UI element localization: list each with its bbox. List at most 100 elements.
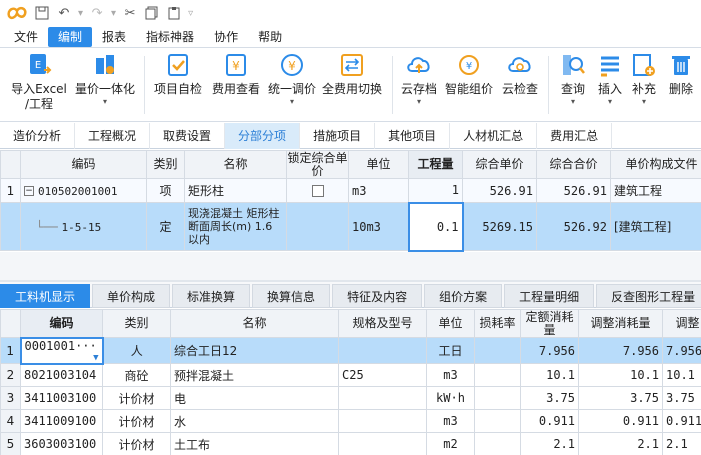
cloud-check-button[interactable]: 云检查 [498,52,542,118]
cloud-save-button[interactable]: 云存档 ▾ [398,52,440,118]
col-spec[interactable]: 规格及型号 [338,309,427,338]
col-quantity[interactable]: 工程量 [408,150,463,179]
col-adjusted-extra[interactable]: 调整 [662,309,701,338]
smart-price-button[interactable]: ¥ 智能组价 [442,52,496,118]
item-quantity[interactable]: 1 [408,178,463,203]
tab-measures[interactable]: 措施项目 [300,123,376,149]
quota-total[interactable]: 526.92 [536,202,611,251]
quota-code: 1-5-15 [61,220,102,234]
col-lock-price[interactable]: 锁定综合单价 [286,150,349,179]
redo-dropdown-icon[interactable]: ▾ [111,8,116,19]
col-name[interactable]: 名称 [170,309,339,338]
tab-features-content[interactable]: 特征及内容 [332,284,423,308]
paste-icon[interactable] [166,5,182,21]
menu-indicator[interactable]: 指标神器 [136,27,204,47]
item-name[interactable]: 矩形柱 [184,178,287,203]
undo-dropdown-icon[interactable]: ▾ [78,8,83,19]
col-unit[interactable]: 单位 [426,309,475,338]
table-row[interactable]: 5 3603003100 计价材 土工布 m2 2.1 2.1 2.1 [0,432,701,455]
quota-unit-price[interactable]: 5269.15 [462,202,537,251]
table-row-selected[interactable]: └── 1-5-15 定 现浇混凝土 矩形柱 断面周长(m) 1.6以内 10m… [0,201,701,252]
menu-help[interactable]: 帮助 [248,27,292,47]
tab-standard-conversion[interactable]: 标准换算 [172,284,251,308]
tab-sub-items[interactable]: 分部分项 [225,123,301,149]
pane-splitter[interactable] [0,252,701,282]
item-total[interactable]: 526.91 [536,178,611,203]
col-code[interactable]: 编码 [20,150,147,179]
save-icon[interactable] [34,5,50,21]
query-button[interactable]: 查询 ▾ [554,52,592,118]
tab-fee-summary[interactable]: 费用汇总 [537,123,613,149]
col-unit[interactable]: 单位 [348,150,409,179]
labor-material-grid: 编码 类别 名称 规格及型号 单位 损耗率 定额消耗量 调整消耗量 调整 1 0… [0,309,701,455]
tab-reverse-graphic-quantity[interactable]: 反查图形工程量 [596,284,701,308]
item-code: 010502001001 [38,184,118,198]
col-total[interactable]: 综合合价 [536,150,611,179]
table-row[interactable]: 2 8021003104 商砼 预拌混凝土 C25 m3 10.1 10.1 1… [0,363,701,387]
col-unit-price[interactable]: 综合单价 [462,150,537,179]
detail-tabs: 工料机显示 单价构成 标准换算 换算信息 特征及内容 组价方案 工程量明细 反查… [0,282,701,308]
menu-file[interactable]: 文件 [4,27,48,47]
smart-price-icon: ¥ [459,55,479,75]
redo-icon[interactable]: ↷ [89,5,105,21]
tab-cost-analysis[interactable]: 造价分析 [0,123,76,149]
item-type[interactable]: 项 [146,178,185,203]
copy-icon[interactable] [144,5,160,21]
collapse-icon[interactable]: − [24,186,34,196]
price-adjust-button[interactable]: ¥ 统一调价 ▾ [264,52,320,118]
quota-price-file[interactable]: [建筑工程] [610,202,701,251]
item-unit-price[interactable]: 526.91 [462,178,537,203]
cloud-check-icon [508,57,531,72]
import-excel-button[interactable]: E 导入Excel /工程 [8,52,70,118]
col-type[interactable]: 类别 [102,309,171,338]
chevron-down-icon[interactable]: ▼ [93,353,98,362]
insert-button[interactable]: 插入 ▾ [594,52,626,118]
tab-labor-material-summary[interactable]: 人材机汇总 [450,123,538,149]
col-quota-consumption[interactable]: 定额消耗量 [520,309,579,338]
tab-project-overview[interactable]: 工程概况 [75,123,151,149]
lock-price-checkbox[interactable] [311,185,324,197]
table-row[interactable]: 4 3411009100 计价材 水 m3 0.911 0.911 0.911 [0,409,701,433]
quantity-price-button[interactable]: 量价一体化 ▾ [72,52,138,118]
col-type[interactable]: 类别 [146,150,185,179]
tab-conversion-info[interactable]: 换算信息 [252,284,331,308]
tab-labor-material-display[interactable]: 工料机显示 [0,284,91,308]
quota-name[interactable]: 现浇混凝土 矩形柱 断面周长(m) 1.6以内 [184,202,287,251]
tab-fee-settings[interactable]: 取费设置 [150,123,226,149]
col-loss-rate[interactable]: 损耗率 [474,309,521,338]
menu-report[interactable]: 报表 [92,27,136,47]
quota-type[interactable]: 定 [146,202,185,251]
tab-unit-price-composition[interactable]: 单价构成 [92,284,171,308]
col-adjusted-consumption[interactable]: 调整消耗量 [578,309,663,338]
cut-icon[interactable]: ✂ [122,5,138,21]
table-row[interactable]: 3 3411003100 计价材 电 kW·h 3.75 3.75 3.75 [0,386,701,410]
grid-header-row: 编码 类别 名称 锁定综合单价 单位 工程量 综合单价 综合合价 单价构成文件 [0,150,701,179]
tab-pricing-scheme[interactable]: 组价方案 [424,284,503,308]
chevron-down-icon: ▾ [641,97,646,106]
full-fee-switch-button[interactable]: 全费用切换 [320,52,384,118]
item-price-file[interactable]: 建筑工程 [610,178,701,203]
cloud-save-icon [407,57,430,73]
item-unit[interactable]: m3 [348,178,409,203]
supplement-button[interactable]: 补充 ▾ [628,52,660,118]
tab-quantity-detail[interactable]: 工程量明细 [504,284,595,308]
customize-toolbar-icon[interactable]: ▿ [188,8,193,19]
fee-view-button[interactable]: ¥ 费用查看 [208,52,264,118]
table-row-selected[interactable]: 1 0001001··· ▼ 人 综合工日12 工日 7.956 7.956 7.… [0,336,701,365]
svg-text:¥: ¥ [466,61,472,72]
quantity-price-icon [96,55,114,74]
menu-edit[interactable]: 编制 [48,26,93,47]
undo-icon[interactable]: ↶ [56,5,72,21]
delete-button[interactable]: 删除 [664,52,698,118]
menu-collaborate[interactable]: 协作 [204,27,248,47]
col-name[interactable]: 名称 [184,150,287,179]
table-row[interactable]: 1 −010502001001 项 矩形柱 m3 1 526.91 526.91… [0,178,701,203]
col-price-file[interactable]: 单价构成文件 [610,150,701,179]
corner-cell [0,309,21,338]
quota-quantity-input[interactable]: 0.1 [407,201,464,252]
self-check-button[interactable]: 项目自检 [150,52,206,118]
quota-unit[interactable]: 10m3 [348,202,409,251]
tab-other-items[interactable]: 其他项目 [375,123,451,149]
col-code[interactable]: 编码 [20,309,103,338]
code-dropdown[interactable]: 0001001··· [25,340,97,353]
